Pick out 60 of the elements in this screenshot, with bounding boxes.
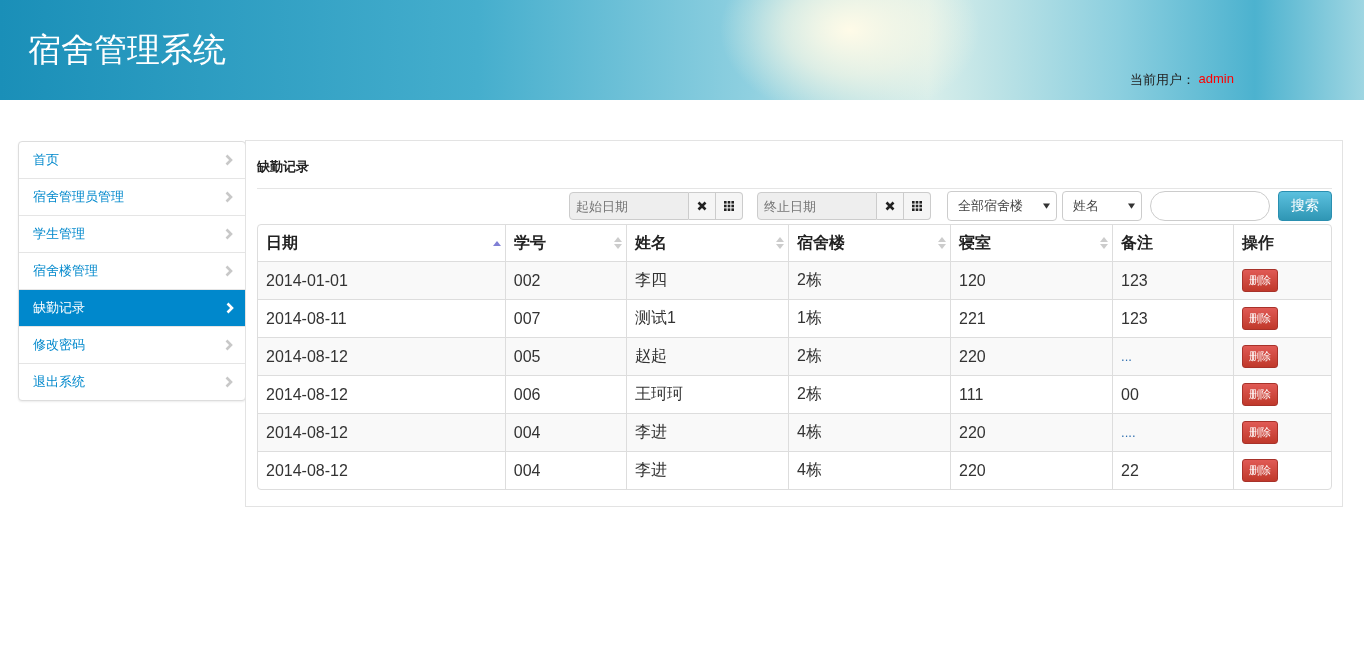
search-field[interactable] bbox=[1150, 191, 1270, 221]
table-cell: 4栋 bbox=[788, 451, 951, 489]
table-cell: 2014-08-12 bbox=[258, 337, 505, 375]
table-cell: .... bbox=[1112, 413, 1234, 451]
calendar-button[interactable] bbox=[904, 192, 931, 220]
table-cell: 220 bbox=[950, 451, 1113, 489]
chevron-right-icon bbox=[225, 339, 233, 351]
field-select[interactable]: 姓名 bbox=[1062, 191, 1142, 221]
delete-button[interactable]: 删除 bbox=[1242, 459, 1279, 482]
table-cell: 22 bbox=[1112, 451, 1234, 489]
dropdown-arrow-icon bbox=[1043, 203, 1050, 209]
table-cell: 李四 bbox=[626, 261, 789, 299]
delete-button[interactable]: 删除 bbox=[1242, 421, 1279, 444]
chevron-right-icon bbox=[225, 265, 233, 277]
close-icon bbox=[885, 201, 895, 211]
table-cell: 2014-08-12 bbox=[258, 451, 505, 489]
table-cell: 李进 bbox=[626, 413, 789, 451]
chevron-right-icon bbox=[225, 228, 233, 240]
close-icon bbox=[697, 201, 707, 211]
start-date-field[interactable]: 起始日期 bbox=[569, 192, 689, 220]
table-cell: 120 bbox=[950, 261, 1113, 299]
table-cell: 002 bbox=[504, 261, 626, 299]
table-cell: 4栋 bbox=[788, 413, 951, 451]
clear-button[interactable] bbox=[689, 192, 716, 220]
panel-title: 缺勤记录 bbox=[257, 141, 1332, 189]
sidebar-item[interactable]: 首页 bbox=[19, 142, 245, 178]
calendar-button[interactable] bbox=[716, 192, 743, 220]
current-user-label: 当前用户： bbox=[1129, 71, 1195, 89]
table-cell: 004 bbox=[504, 451, 626, 489]
end-date-field[interactable]: 终止日期 bbox=[757, 192, 877, 220]
table-cell: 004 bbox=[504, 413, 626, 451]
column-header[interactable]: 日期 bbox=[258, 225, 505, 261]
chevron-right-icon bbox=[225, 154, 233, 166]
table-cell: 2014-01-01 bbox=[258, 261, 505, 299]
clear-button[interactable] bbox=[877, 192, 904, 220]
delete-button[interactable]: 删除 bbox=[1242, 383, 1279, 406]
table-cell: 123 bbox=[1112, 261, 1234, 299]
building-select[interactable]: 全部宿舍楼 bbox=[947, 191, 1057, 221]
table-cell: 2栋 bbox=[788, 261, 951, 299]
delete-button[interactable]: 删除 bbox=[1242, 345, 1279, 368]
sidebar-item[interactable]: 缺勤记录 bbox=[19, 289, 245, 326]
grid-icon bbox=[912, 201, 922, 211]
chevron-right-icon bbox=[225, 376, 233, 388]
current-user-name: admin bbox=[1198, 71, 1234, 88]
table-cell: 2栋 bbox=[788, 337, 951, 375]
delete-button[interactable]: 删除 bbox=[1242, 307, 1279, 330]
table-cell: 2014-08-12 bbox=[258, 413, 505, 451]
table-cell: 220 bbox=[950, 337, 1113, 375]
table-cell: 李进 bbox=[626, 451, 789, 489]
system-title: 宿舍管理系统 bbox=[28, 30, 226, 70]
table-cell: 005 bbox=[504, 337, 626, 375]
search-button[interactable]: 搜索 bbox=[1278, 191, 1332, 221]
delete-button[interactable]: 删除 bbox=[1242, 269, 1279, 292]
dropdown-arrow-icon bbox=[1128, 203, 1135, 209]
table-cell: 赵起 bbox=[626, 337, 789, 375]
chevron-right-icon bbox=[225, 191, 233, 203]
grid-icon bbox=[724, 201, 734, 211]
table-cell: 220 bbox=[950, 413, 1113, 451]
table-cell: ... bbox=[1112, 337, 1234, 375]
chevron-right-icon bbox=[226, 302, 234, 314]
